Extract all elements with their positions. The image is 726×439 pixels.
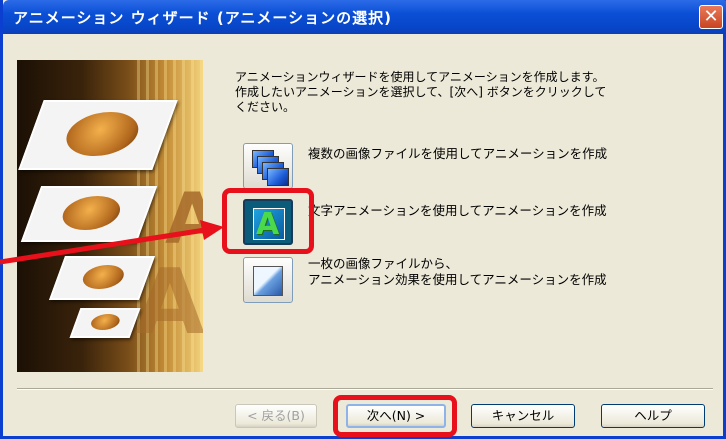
intro-line-2: 作成したいアニメーションを選択して、[次へ] ボタンをクリックして	[235, 85, 607, 99]
option-single-image-label-line-1: 一枚の画像ファイルから、	[308, 256, 459, 271]
wizard-dialog: アニメーション ウィザード (アニメーションの選択) ✕ A A アニメーション…	[0, 0, 726, 439]
hero-frame-1	[18, 100, 178, 170]
text-animation-icon: A	[253, 207, 285, 242]
wizard-hero-image: A A	[17, 60, 203, 372]
option-single-image-label-line-2: アニメーション効果を使用してアニメーションを作成	[308, 272, 607, 287]
option-text-animation-button[interactable]: A	[243, 199, 293, 245]
cancel-button[interactable]: キャンセル	[471, 404, 575, 428]
option-multiple-images-button[interactable]	[243, 143, 293, 189]
hero-frame-3	[48, 256, 156, 300]
close-button[interactable]: ✕	[699, 5, 723, 29]
option-single-image-button[interactable]	[243, 257, 293, 303]
button-bar-divider	[17, 388, 713, 390]
single-image-icon	[253, 266, 283, 296]
back-button[interactable]: < 戻る(B)	[235, 404, 317, 428]
close-icon: ✕	[703, 6, 719, 27]
hero-letter-a: A	[165, 178, 203, 260]
help-button[interactable]: ヘルプ	[601, 404, 705, 428]
next-button[interactable]: 次へ(N) >	[346, 404, 446, 428]
title-bar[interactable]: アニメーション ウィザード (アニメーションの選択) ✕	[3, 0, 726, 34]
hero-frame-2	[20, 186, 158, 242]
hero-frame-4	[69, 308, 141, 338]
option-multiple-images-label: 複数の画像ファイルを使用してアニメーションを作成	[308, 146, 608, 161]
option-text-animation-label: 文字アニメーションを使用してアニメーションを作成	[308, 203, 607, 218]
window-title: アニメーション ウィザード (アニメーションの選択)	[13, 9, 392, 27]
intro-line-1: アニメーションウィザードを使用してアニメーションを作成します。	[235, 70, 605, 84]
intro-line-3: ください。	[235, 100, 296, 114]
intro-text: アニメーションウィザードを使用してアニメーションを作成します。 作成したいアニメ…	[235, 70, 675, 115]
